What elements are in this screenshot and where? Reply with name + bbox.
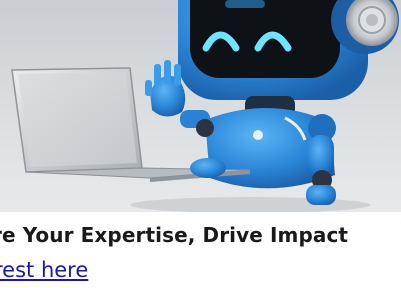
register-interest-link[interactable]: rest here [0, 258, 88, 282]
robot-illustration [11, 0, 399, 212]
headline: re Your Expertise, Drive Impact [0, 223, 349, 247]
hero-image [0, 0, 401, 212]
